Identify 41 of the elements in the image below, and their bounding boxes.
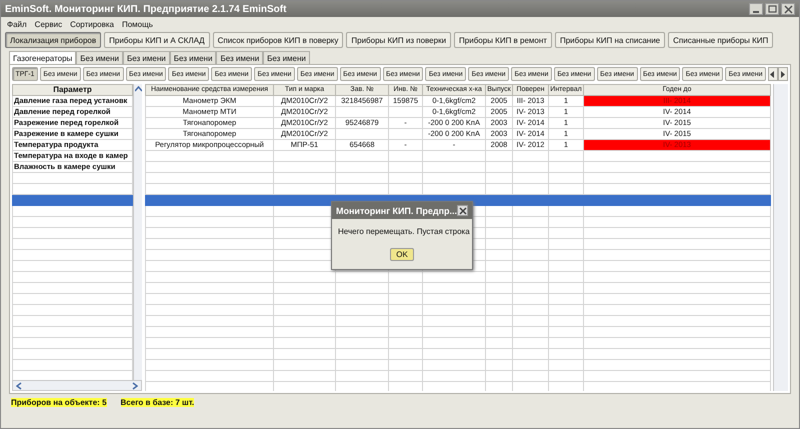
menu-item[interactable]: Сервис <box>34 20 62 28</box>
minimize-icon <box>753 10 759 12</box>
scrollbar[interactable] <box>133 84 142 380</box>
close-icon <box>784 4 792 14</box>
menu-item[interactable]: Сортировка <box>70 20 114 28</box>
status-text: Всего в базе: 7 шт. <box>120 398 194 407</box>
scroll-left-button[interactable] <box>768 67 778 81</box>
toolbar-button[interactable]: Приборы КИП и А СКЛАД <box>104 32 210 48</box>
tab[interactable]: Без имени <box>216 51 264 64</box>
tab[interactable]: Без имени <box>170 51 216 64</box>
tab[interactable]: Без имени <box>263 51 310 64</box>
toolbar-button[interactable]: Список приборов КИП в поверку <box>212 32 344 48</box>
tab[interactable]: Без имени <box>76 51 123 64</box>
scrollbar[interactable] <box>773 84 788 391</box>
toolbar-button[interactable]: Приборы КИП на списание <box>554 32 666 48</box>
menu-item[interactable]: Помощь <box>122 20 153 28</box>
maximize-icon <box>768 4 776 14</box>
ok-button[interactable]: OK <box>390 248 414 261</box>
maximize-button[interactable] <box>765 3 779 15</box>
toolbar-button[interactable]: Локализация приборов <box>5 32 102 48</box>
table-row[interactable] <box>146 194 770 206</box>
minimize-button[interactable] <box>749 3 763 15</box>
close-button[interactable] <box>781 3 795 15</box>
table-row[interactable] <box>12 194 133 206</box>
toolbar-button[interactable]: Приборы КИП в ремонт <box>454 32 552 48</box>
column-header[interactable]: Параметр <box>12 84 133 96</box>
dialog-message: Нечего перемещать. Пустая строка <box>337 226 471 238</box>
dialog-title: Мониторинг КИП. Предпр... <box>336 206 458 216</box>
toolbar-button[interactable]: Списанные приборы КИП <box>668 32 774 48</box>
close-button[interactable] <box>457 205 468 216</box>
scroll-right-button[interactable] <box>778 67 788 81</box>
tab[interactable]: Без имени <box>123 51 170 64</box>
tab[interactable]: Газогенераторы <box>9 51 76 64</box>
close-icon <box>458 206 467 214</box>
status-text: Приборов на объекте: 5 <box>11 398 107 407</box>
horizontal-scrollbar[interactable] <box>12 380 142 391</box>
menu-item[interactable]: Файл <box>7 20 27 28</box>
window-title: EminSoft. Мониторинг КИП. Предприятие 2.1.74 EminSoft <box>5 4 286 14</box>
toolbar-button[interactable]: Приборы КИП из поверки <box>346 32 452 48</box>
left-arrow-icon <box>770 70 776 78</box>
right-arrow-icon <box>780 70 786 78</box>
